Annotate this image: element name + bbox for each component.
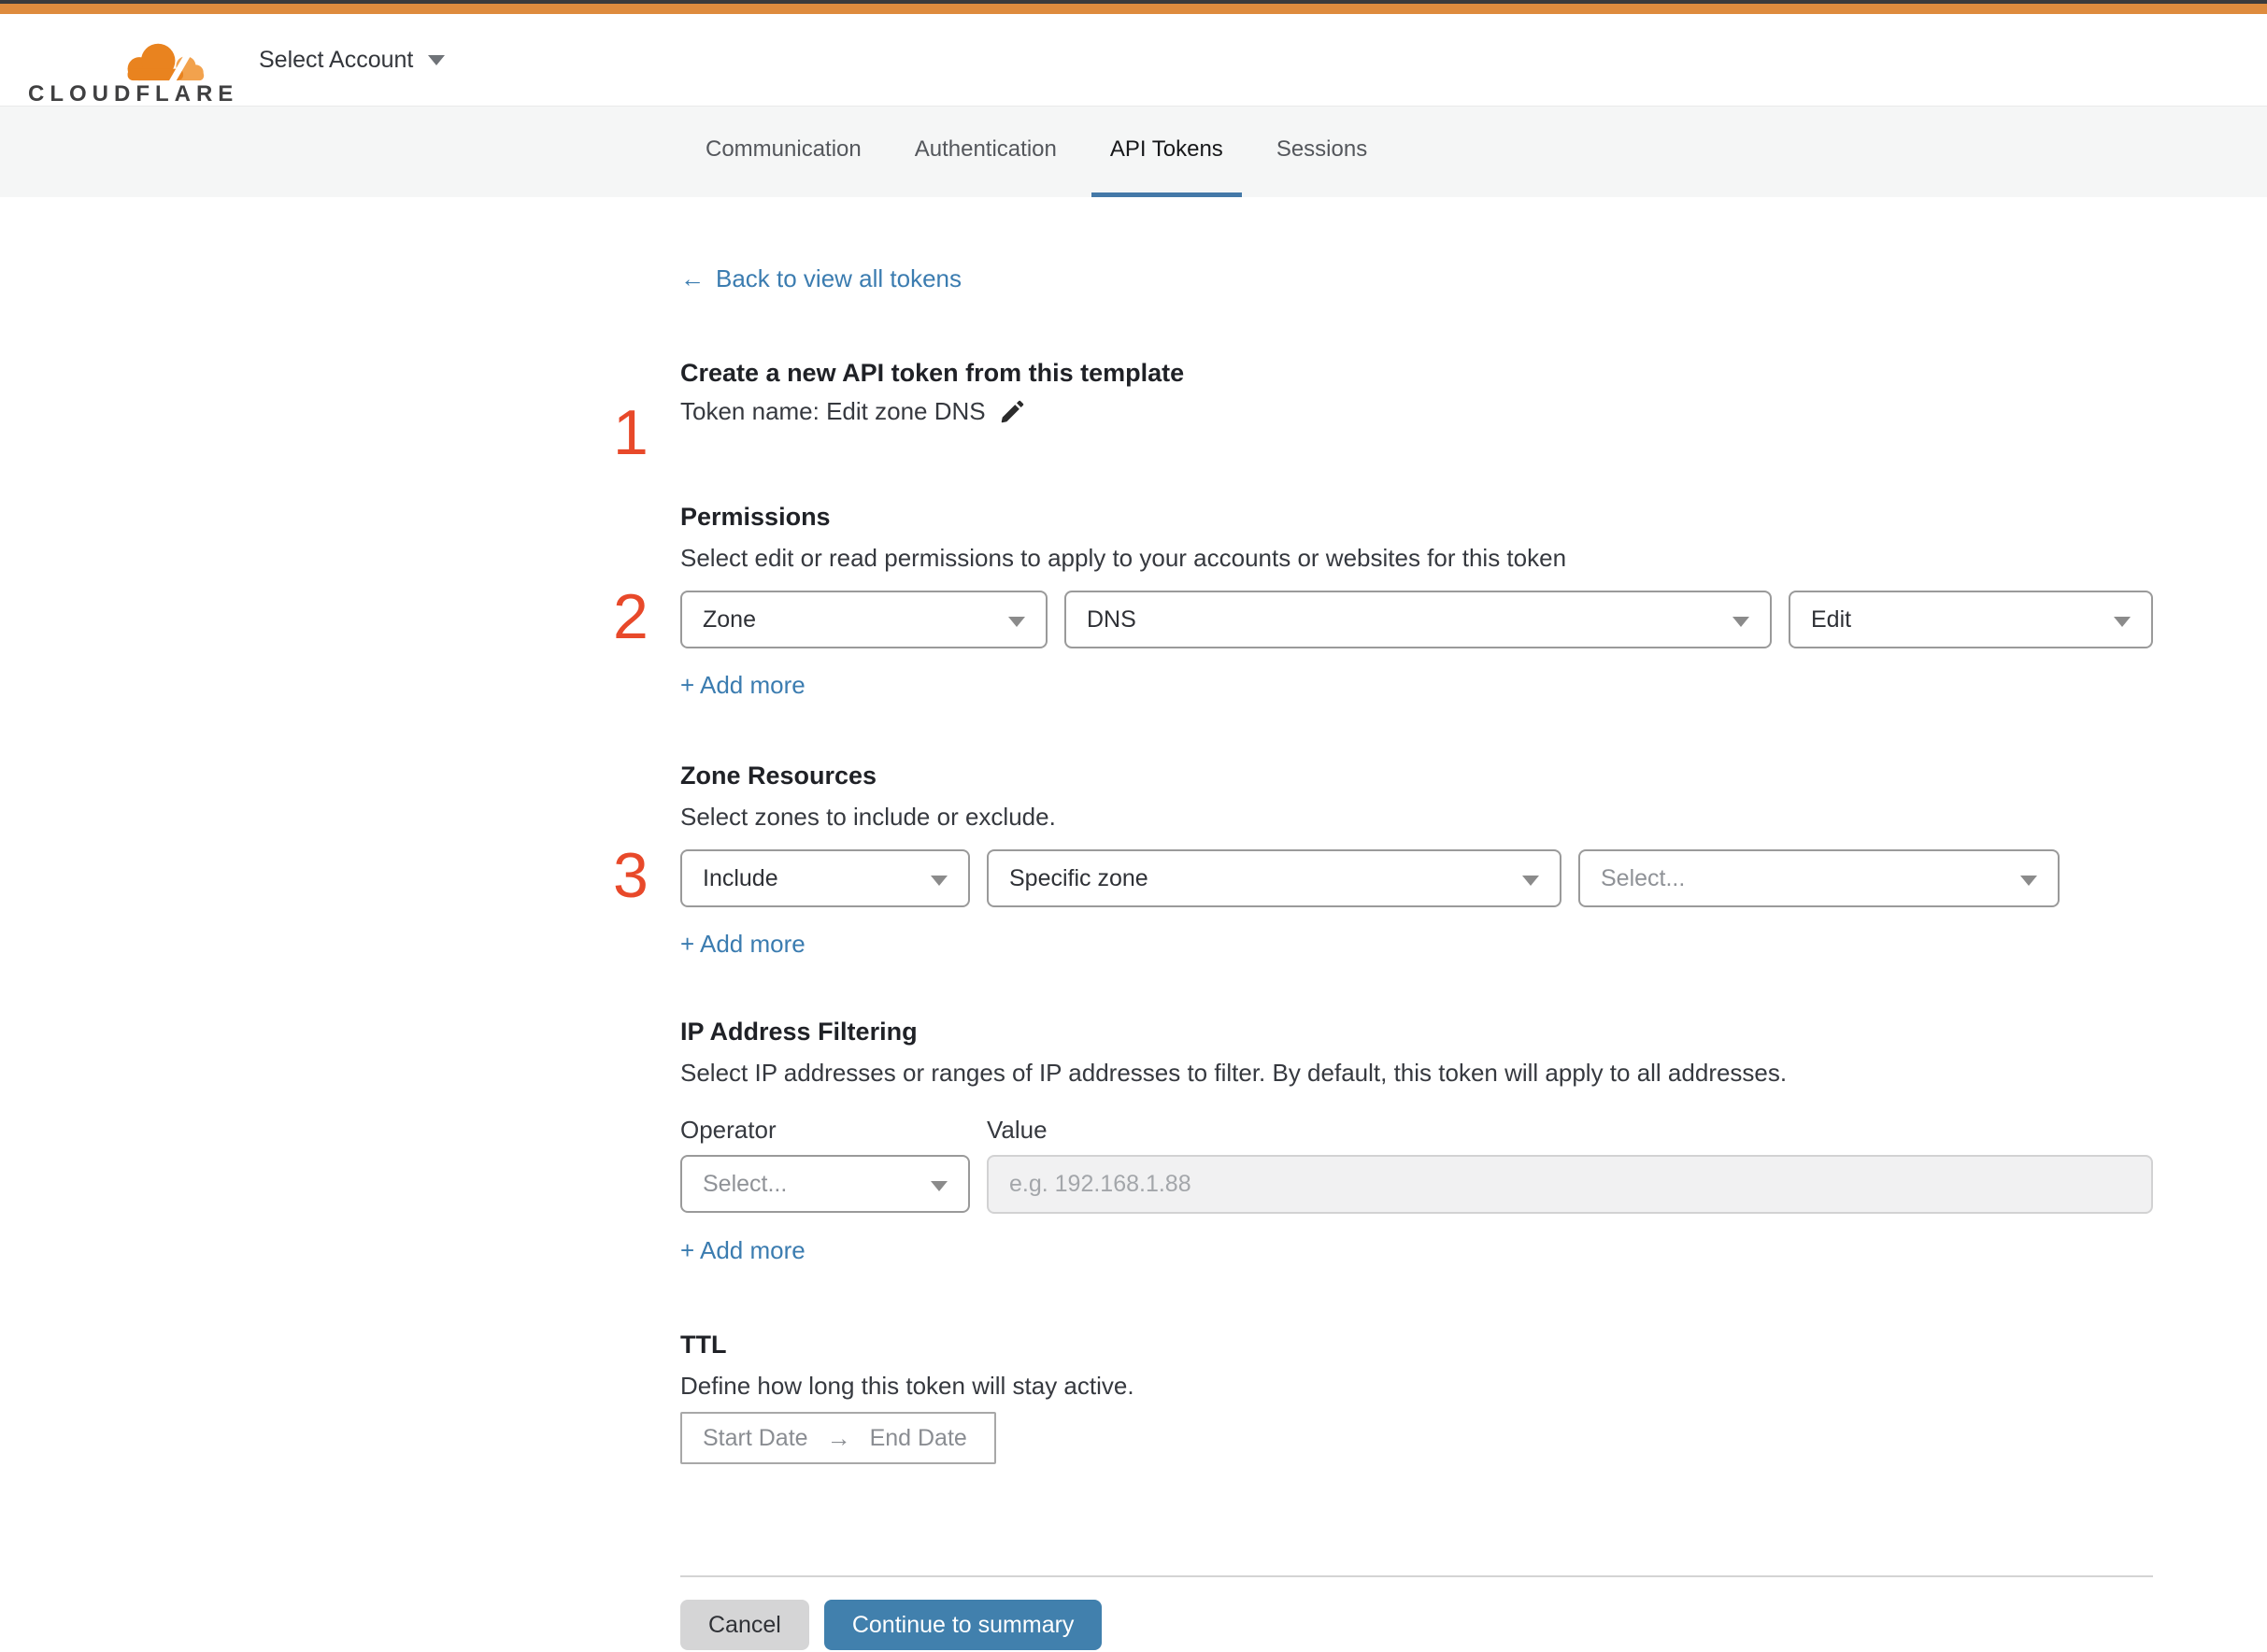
chevron-down-icon	[931, 876, 948, 886]
ip-operator-placeholder: Select...	[703, 1171, 788, 1197]
chevron-down-icon	[1008, 617, 1025, 627]
tab-bar: Communication Authentication API Tokens …	[0, 106, 2267, 197]
date-range-picker[interactable]: Start Date → End Date	[680, 1412, 996, 1464]
arrow-right-icon: →	[826, 1423, 851, 1452]
back-to-tokens-link[interactable]: ← Back to view all tokens	[680, 264, 962, 293]
permissions-title: Permissions	[680, 503, 831, 531]
permissions-section: 2 Permissions Select edit or read permis…	[613, 503, 2153, 700]
ttl-subtitle: Define how long this token will stay act…	[680, 1372, 1134, 1400]
token-name-section: 1 Create a new API token from this templ…	[613, 359, 2153, 464]
ip-operator-select[interactable]: Select...	[680, 1155, 970, 1213]
value-label: Value	[987, 1116, 1048, 1144]
ttl-title: TTL	[680, 1331, 727, 1359]
chevron-down-icon	[1522, 876, 1539, 886]
continue-to-summary-button[interactable]: Continue to summary	[823, 1600, 1103, 1650]
permissions-subtitle: Select edit or read permissions to apply…	[680, 544, 1567, 572]
zone-resources-section: 3 Zone Resources Select zones to include…	[613, 762, 2153, 959]
zone-resources-add-more-link[interactable]: + Add more	[680, 930, 806, 959]
step-number-3: 3	[613, 840, 649, 911]
cloudflare-wordmark: CLOUDFLARE	[28, 81, 239, 107]
cloudflare-logo: CLOUDFLARE	[28, 27, 233, 113]
zone-name-placeholder: Select...	[1601, 865, 1686, 891]
ttl-section: TTL Define how long this token will stay…	[680, 1331, 2153, 1464]
top-accent-bar	[0, 4, 2267, 14]
footer-divider	[680, 1575, 2153, 1577]
cloudflare-cloud-icon	[127, 43, 205, 85]
chevron-down-icon	[2020, 876, 2037, 886]
zone-resources-title: Zone Resources	[680, 762, 877, 790]
chevron-down-icon	[2114, 617, 2131, 627]
ip-filtering-subtitle: Select IP addresses or ranges of IP addr…	[680, 1059, 1788, 1087]
ip-filtering-add-more-link[interactable]: + Add more	[680, 1236, 806, 1265]
zone-name-select[interactable]: Select...	[1578, 849, 2060, 907]
chevron-down-icon	[428, 54, 446, 65]
zone-operator-value: Include	[703, 865, 778, 891]
zone-resources-subtitle: Select zones to include or exclude.	[680, 803, 1056, 831]
chevron-down-icon	[1732, 617, 1749, 627]
chevron-down-icon	[931, 1181, 948, 1191]
footer-actions: Cancel Continue to summary	[680, 1600, 2153, 1650]
tab-sessions[interactable]: Sessions	[1258, 107, 1386, 197]
ip-filtering-section: IP Address Filtering Select IP addresses…	[680, 1018, 2153, 1265]
ip-filtering-title: IP Address Filtering	[680, 1018, 918, 1046]
tab-communication[interactable]: Communication	[687, 107, 880, 197]
back-link-label: Back to view all tokens	[716, 264, 962, 292]
end-date-placeholder: End Date	[869, 1424, 967, 1451]
permissions-add-more-link[interactable]: + Add more	[680, 671, 806, 700]
permission-group-select[interactable]: DNS	[1064, 591, 1772, 648]
permission-scope-select[interactable]: Zone	[680, 591, 1048, 648]
permission-access-value: Edit	[1811, 606, 1852, 633]
zone-type-value: Specific zone	[1009, 865, 1148, 891]
create-token-heading: Create a new API token from this templat…	[680, 359, 1185, 387]
page: CLOUDFLARE Select Account Communication …	[0, 0, 2267, 1652]
zone-operator-select[interactable]: Include	[680, 849, 970, 907]
tab-api-tokens[interactable]: API Tokens	[1091, 107, 1242, 197]
permission-access-select[interactable]: Edit	[1789, 591, 2153, 648]
operator-label: Operator	[680, 1116, 777, 1144]
tab-authentication[interactable]: Authentication	[896, 107, 1076, 197]
ip-value-input	[987, 1155, 2153, 1214]
zone-type-select[interactable]: Specific zone	[987, 849, 1561, 907]
main-content: ← Back to view all tokens 1 Create a new…	[613, 197, 2153, 1650]
step-number-1: 1	[613, 397, 649, 468]
account-selector-label: Select Account	[259, 46, 414, 73]
back-arrow-icon: ←	[680, 264, 705, 292]
token-name-label: Token name: Edit zone DNS	[680, 397, 986, 425]
header: CLOUDFLARE Select Account	[0, 14, 2267, 107]
start-date-placeholder: Start Date	[703, 1424, 808, 1451]
account-selector[interactable]: Select Account	[259, 14, 446, 106]
permission-group-value: DNS	[1087, 606, 1136, 633]
permission-scope-value: Zone	[703, 606, 756, 633]
step-number-2: 2	[613, 581, 649, 652]
cancel-button[interactable]: Cancel	[680, 1600, 809, 1650]
edit-token-name-icon[interactable]	[999, 397, 1027, 425]
